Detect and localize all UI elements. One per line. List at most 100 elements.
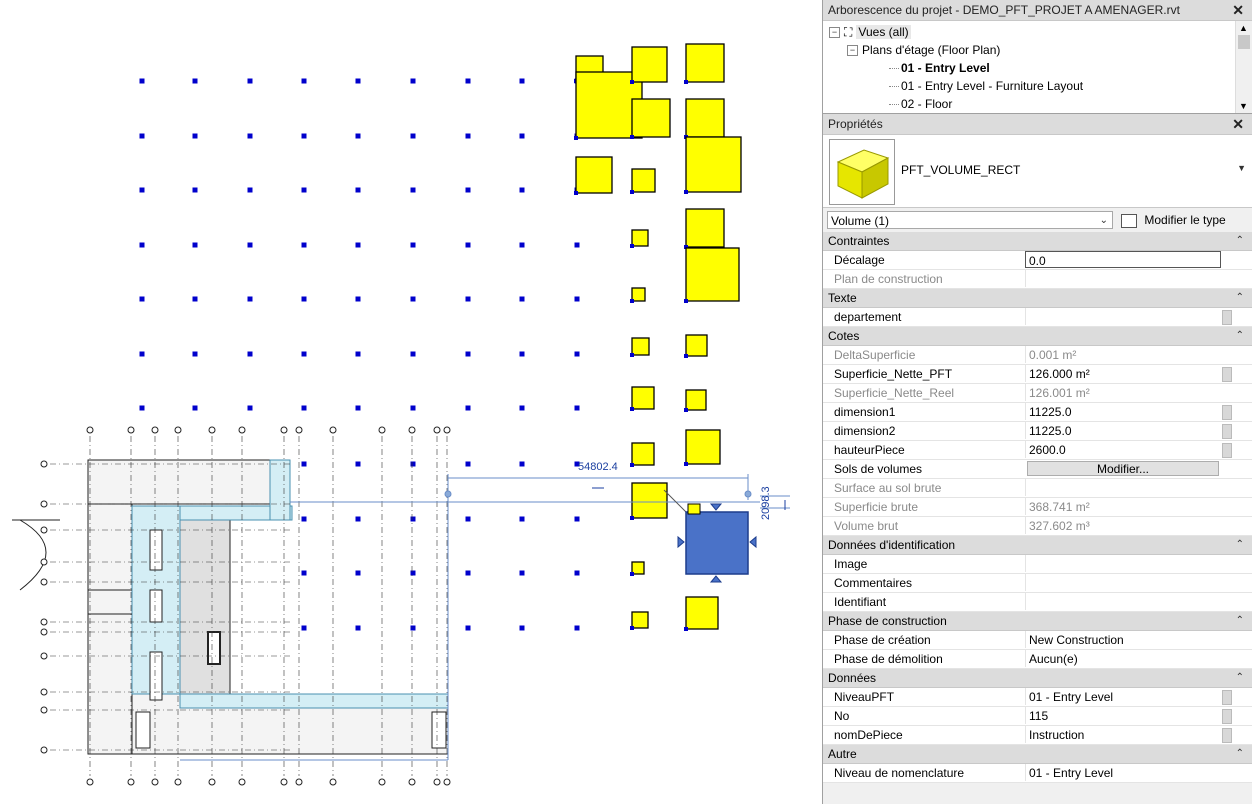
grid-point xyxy=(139,187,145,193)
project-browser-tree[interactable]: − ⛶ Vues (all) − Plans d'étage (Floor Plan) 0… xyxy=(823,21,1252,114)
chevron-down-icon[interactable]: ▼ xyxy=(1237,163,1246,173)
edit-type-button[interactable]: Modifier le type xyxy=(1121,211,1226,229)
property-value[interactable]: 01 - Entry Level xyxy=(1025,688,1221,705)
volume-box[interactable] xyxy=(631,98,671,138)
property-row: DeltaSuperficie 0.001 m² xyxy=(823,346,1252,365)
drawing-canvas[interactable]: 54802.4 2098.3 xyxy=(0,0,822,804)
collapse-icon[interactable]: ⌃ xyxy=(1236,327,1244,345)
grid-bubble xyxy=(174,426,182,434)
property-value[interactable]: Aucun(e) xyxy=(1025,650,1221,667)
tree-item[interactable]: − Plans d'étage (Floor Plan) xyxy=(847,41,1000,59)
volume-box[interactable] xyxy=(685,136,742,193)
property-group-header[interactable]: Contraintes ⌃ xyxy=(823,232,1252,251)
grid-point xyxy=(301,242,307,248)
tree-item[interactable]: 02 - Floor xyxy=(889,95,952,113)
volume-box[interactable] xyxy=(685,334,708,357)
property-value[interactable]: 0.0 xyxy=(1025,251,1221,268)
volume-box[interactable] xyxy=(631,482,668,519)
property-value[interactable] xyxy=(1025,593,1221,610)
volume-box[interactable] xyxy=(685,98,725,138)
dimension-vertical-label[interactable]: 2098.3 xyxy=(760,486,772,520)
volume-box[interactable] xyxy=(631,442,655,466)
property-group-header[interactable]: Cotes ⌃ xyxy=(823,327,1252,346)
volume-box[interactable] xyxy=(685,43,725,83)
volume-box[interactable] xyxy=(631,168,656,193)
property-value[interactable]: Instruction xyxy=(1025,726,1221,743)
parameter-button-icon[interactable] xyxy=(1222,443,1232,458)
property-group-header[interactable]: Texte ⌃ xyxy=(823,289,1252,308)
grid-point xyxy=(247,405,253,411)
property-value[interactable]: 115 xyxy=(1025,707,1221,724)
tree-scrollbar[interactable]: ▲ ▼ xyxy=(1235,21,1252,113)
modify-button[interactable]: Modifier... xyxy=(1027,461,1219,476)
collapse-icon[interactable]: ⌃ xyxy=(1236,745,1244,763)
grid-point xyxy=(574,516,580,522)
tree-item[interactable]: − ⛶ Vues (all) xyxy=(829,23,911,41)
scroll-down-icon[interactable]: ▼ xyxy=(1239,101,1248,111)
volume-box[interactable] xyxy=(631,386,655,410)
collapse-toggle-icon[interactable]: − xyxy=(847,45,858,57)
property-value[interactable]: 126.000 m² xyxy=(1025,365,1221,382)
property-value[interactable] xyxy=(1025,574,1221,591)
tree-item[interactable]: 01 - Entry Level - Furniture Layout xyxy=(889,77,1083,95)
property-value: 368.741 m² xyxy=(1025,498,1221,515)
collapse-toggle-icon[interactable]: − xyxy=(829,27,840,39)
property-value[interactable]: 01 - Entry Level xyxy=(1025,764,1221,781)
volume-box[interactable] xyxy=(631,337,650,356)
property-value[interactable] xyxy=(1025,308,1221,325)
property-value[interactable] xyxy=(1025,555,1221,572)
property-name: dimension2 xyxy=(834,424,896,438)
grid-point xyxy=(684,462,688,466)
collapse-icon[interactable]: ⌃ xyxy=(1236,669,1244,687)
instance-filter-select[interactable]: Volume (1) ⌄ xyxy=(827,211,1113,229)
scrollbar-thumb[interactable] xyxy=(1238,35,1250,49)
dimension-value-label[interactable]: 54802.4 xyxy=(578,461,618,473)
parameter-button-icon[interactable] xyxy=(1222,709,1232,724)
scroll-up-icon[interactable]: ▲ xyxy=(1239,23,1248,33)
volume-box[interactable] xyxy=(685,429,721,465)
property-name: Superficie brute xyxy=(834,500,919,514)
parameter-button-icon[interactable] xyxy=(1222,367,1232,382)
collapse-icon[interactable]: ⌃ xyxy=(1236,232,1244,250)
volume-box[interactable] xyxy=(685,389,707,411)
collapse-icon[interactable]: ⌃ xyxy=(1236,612,1244,630)
volume-box[interactable] xyxy=(631,229,649,247)
property-value[interactable]: 11225.0 xyxy=(1025,422,1221,439)
close-icon[interactable]: ✕ xyxy=(1232,0,1244,20)
volume-box[interactable] xyxy=(685,247,740,302)
collapse-icon[interactable]: ⌃ xyxy=(1236,536,1244,554)
grid-point xyxy=(630,353,634,357)
parameter-button-icon[interactable] xyxy=(1222,405,1232,420)
parameter-button-icon[interactable] xyxy=(1222,424,1232,439)
volume-box[interactable] xyxy=(575,156,613,194)
grid-point xyxy=(301,516,307,522)
selected-volume[interactable] xyxy=(663,489,757,583)
grid-point xyxy=(465,351,471,357)
grid-bubble xyxy=(40,618,48,626)
grid-point xyxy=(192,133,198,139)
grid-point xyxy=(301,625,307,631)
views-icon: ⛶ xyxy=(844,25,853,39)
property-group-header[interactable]: Données ⌃ xyxy=(823,669,1252,688)
property-group-header[interactable]: Données d'identification ⌃ xyxy=(823,536,1252,555)
floor-plan-drawing[interactable] xyxy=(0,0,822,804)
parameter-button-icon[interactable] xyxy=(1222,728,1232,743)
volume-box[interactable] xyxy=(631,611,649,629)
property-value[interactable]: New Construction xyxy=(1025,631,1221,648)
property-row: Volume brut 327.602 m³ xyxy=(823,517,1252,536)
property-group-header[interactable]: Autre ⌃ xyxy=(823,745,1252,764)
property-value[interactable]: 2600.0 xyxy=(1025,441,1221,458)
parameter-button-icon[interactable] xyxy=(1222,310,1232,325)
property-group-header[interactable]: Phase de construction ⌃ xyxy=(823,612,1252,631)
volume-box[interactable] xyxy=(685,596,719,630)
collapse-icon[interactable]: ⌃ xyxy=(1236,289,1244,307)
parameter-button-icon[interactable] xyxy=(1222,690,1232,705)
volume-box[interactable] xyxy=(631,46,668,83)
tree-item[interactable]: 01 - Entry Level xyxy=(889,59,990,77)
volume-box[interactable] xyxy=(685,208,725,248)
grid-point xyxy=(630,135,634,139)
property-value[interactable]: 11225.0 xyxy=(1025,403,1221,420)
close-icon[interactable]: ✕ xyxy=(1232,114,1244,134)
grid-bubble xyxy=(40,746,48,754)
type-selector[interactable]: PFT_VOLUME_RECT ▼ xyxy=(823,135,1252,208)
